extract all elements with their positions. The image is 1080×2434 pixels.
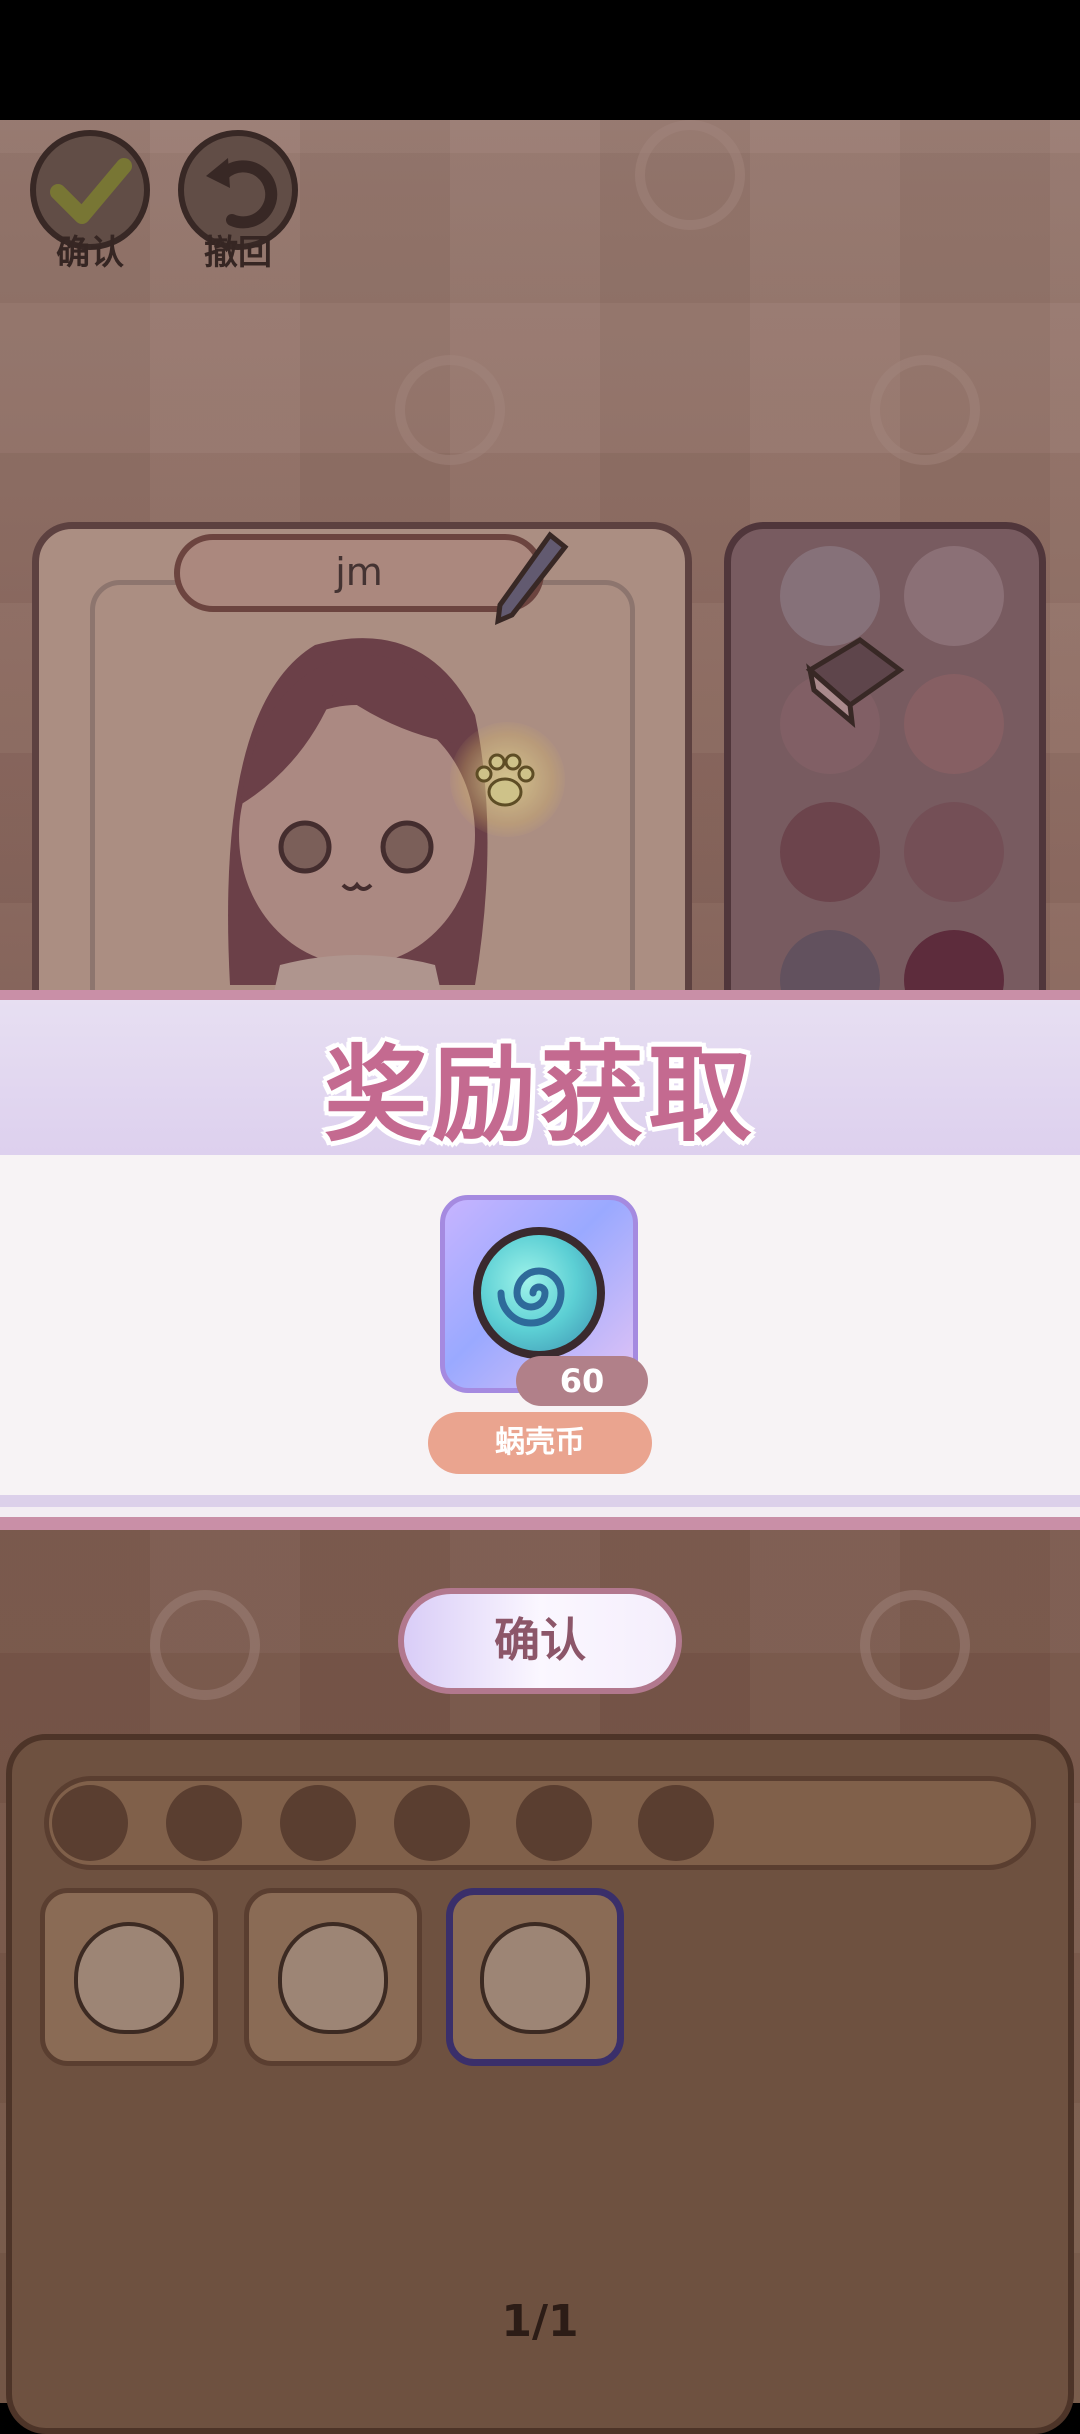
tab-eyes[interactable] bbox=[280, 1785, 356, 1861]
page-indicator: 1/1 bbox=[501, 2296, 579, 2347]
reward-item-name: 蜗壳币 bbox=[428, 1412, 652, 1474]
tab-top[interactable] bbox=[394, 1785, 470, 1861]
face-preview bbox=[278, 1922, 388, 2034]
tab-face[interactable] bbox=[52, 1785, 128, 1861]
reward-title: 奖励获取 bbox=[323, 1034, 756, 1156]
tab-shoes[interactable] bbox=[638, 1785, 714, 1861]
coin-swirl-graphic bbox=[497, 1267, 565, 1327]
face-preview bbox=[480, 1922, 590, 2034]
reward-confirm-button[interactable]: 确认 bbox=[398, 1588, 682, 1694]
tab-bottom[interactable] bbox=[516, 1785, 592, 1861]
tab-hair[interactable] bbox=[166, 1785, 242, 1861]
coin-swirl-icon bbox=[473, 1227, 605, 1359]
reward-quantity-badge: 60 bbox=[516, 1356, 648, 1406]
reward-banner-footer bbox=[0, 1495, 1080, 1530]
face-preview bbox=[74, 1922, 184, 2034]
status-bar bbox=[0, 0, 1080, 120]
